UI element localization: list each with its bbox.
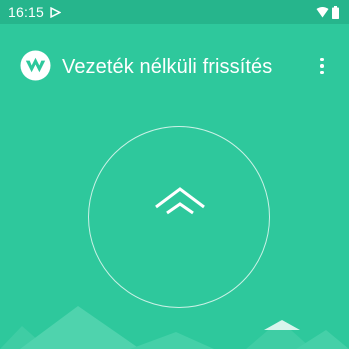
wifi-icon [316,7,329,18]
app-title: Vezeték nélküli frissítés [62,56,273,78]
play-icon [50,6,62,18]
battery-icon [332,6,339,19]
more-options-icon[interactable] [314,54,330,78]
double-chevron-up-icon [155,187,205,215]
mountains-illustration [0,306,349,349]
status-icons [316,6,339,19]
status-bar: 16:15 [0,0,349,24]
status-time: 16:15 [8,4,45,20]
app-logo [20,50,51,81]
check-update-button[interactable] [88,126,270,308]
